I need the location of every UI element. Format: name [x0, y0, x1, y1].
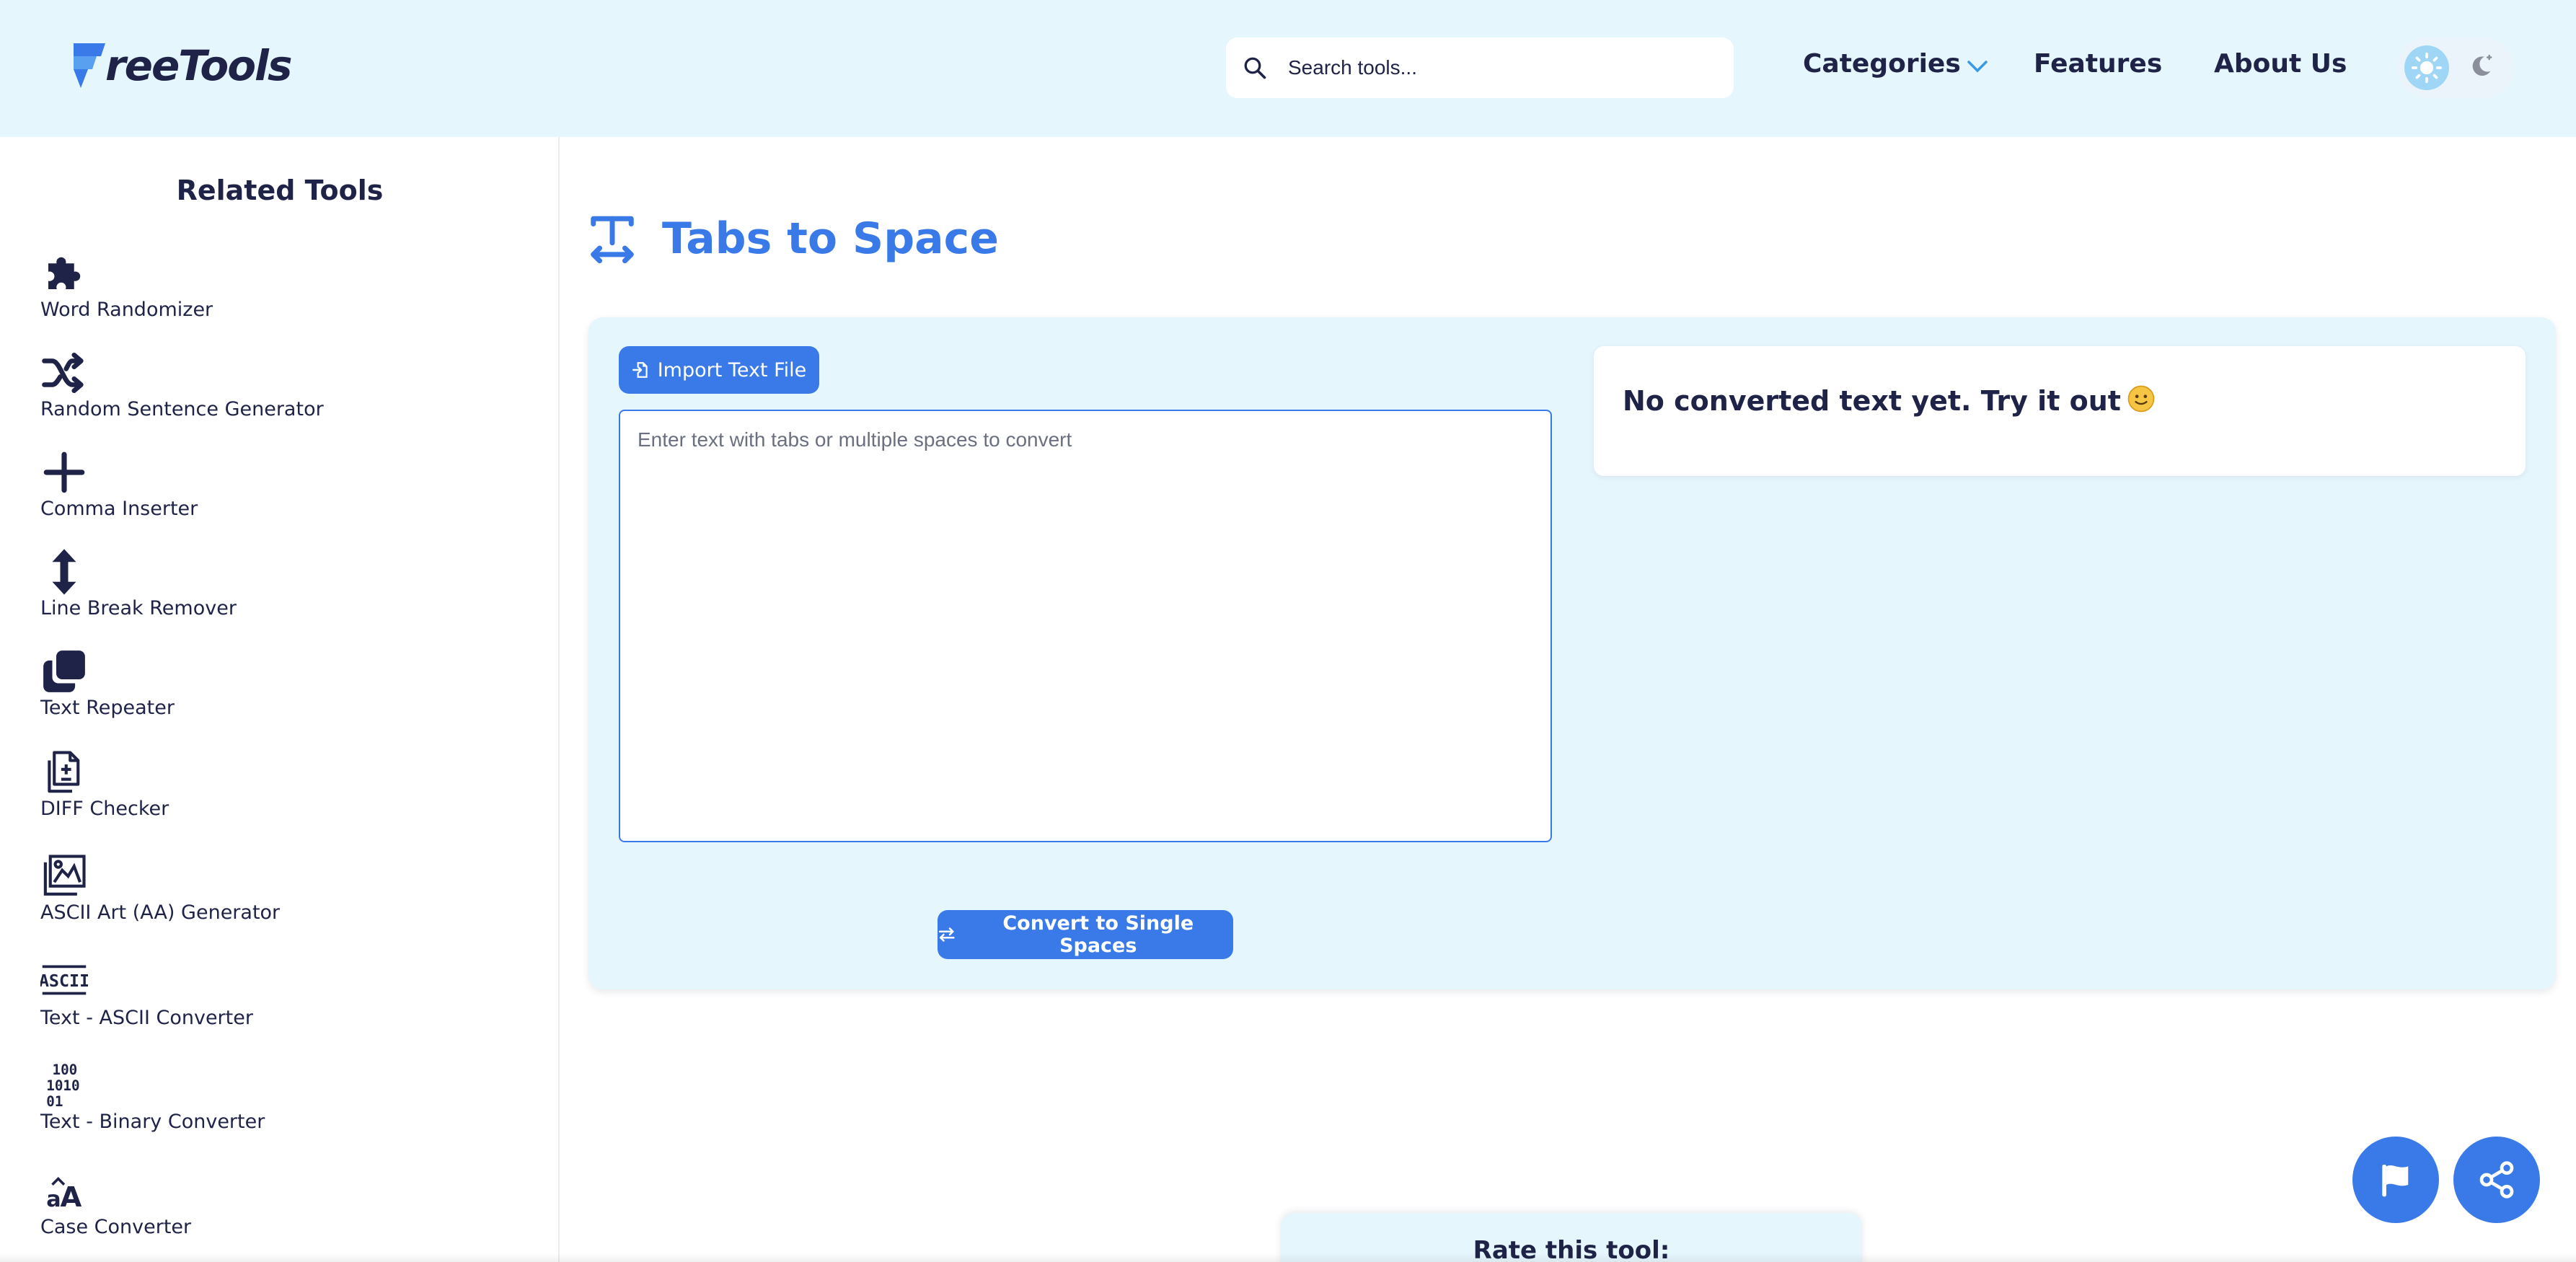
bottom-edge-shadow [0, 1253, 2576, 1262]
sidebar-item-label: Text - ASCII Converter [40, 1007, 253, 1029]
sidebar-item-random-sentence-generator[interactable]: Random Sentence Generator [40, 349, 531, 420]
nav-features-label: Features [2034, 49, 2163, 79]
nav-features[interactable]: Features [2034, 49, 2162, 79]
nav-categories-label: Categories [1803, 49, 1961, 79]
vertical-arrows-icon [40, 548, 88, 596]
convert-button-label: Convert to Single Spaces [1002, 912, 1194, 957]
shuffle-icon [40, 349, 88, 397]
ascii-art-icon [40, 852, 88, 900]
page-title-row: Tabs to Space [587, 213, 999, 264]
sidebar-item-diff-checker[interactable]: DIFF Checker [40, 749, 531, 820]
search-input[interactable] [1288, 56, 1721, 79]
case-icon: aA [40, 1167, 88, 1214]
sidebar-item-label: Line Break Remover [40, 597, 237, 619]
sidebar-item-label: Text - Binary Converter [40, 1111, 265, 1133]
output-card: No converted text yet. Try it out [1594, 346, 2526, 476]
sidebar-item-label: Comma Inserter [40, 498, 198, 520]
input-textarea[interactable] [619, 410, 1552, 842]
sidebar-item-line-break-remover[interactable]: Line Break Remover [40, 548, 531, 619]
share-icon [2479, 1161, 2514, 1199]
plus-icon [40, 449, 88, 496]
site-logo[interactable]: reeTools [72, 40, 292, 91]
logo-text: reeTools [105, 41, 292, 90]
chevron-down-icon [1967, 60, 1988, 72]
share-button[interactable] [2453, 1137, 2540, 1223]
ascii-icon: ASCII [39, 958, 89, 1005]
sidebar-item-case-converter[interactable]: aA Case Converter [40, 1167, 531, 1238]
sidebar-item-word-randomizer[interactable]: Word Randomizer [40, 250, 531, 321]
theme-toggle[interactable] [2397, 37, 2514, 98]
related-tools-sidebar: Related Tools Word Randomizer Random Sen… [0, 137, 560, 1262]
puzzle-icon [40, 250, 88, 297]
sidebar-item-label: Word Randomizer [40, 299, 213, 321]
dark-mode-button[interactable] [2466, 52, 2495, 84]
sidebar-item-label: ASCII Art (AA) Generator [40, 901, 281, 924]
nav-about[interactable]: About Us [2214, 49, 2347, 79]
nav-about-label: About Us [2214, 49, 2347, 79]
svg-text:100: 100 [53, 1062, 78, 1078]
sidebar-item-comma-inserter[interactable]: Comma Inserter [40, 449, 531, 520]
search-bar[interactable] [1226, 37, 1734, 98]
sidebar-item-label: DIFF Checker [40, 798, 169, 820]
sun-icon [2411, 52, 2443, 84]
output-text: No converted text yet. Try it out [1623, 385, 2121, 417]
report-button[interactable] [2352, 1137, 2439, 1223]
text-width-icon [591, 216, 634, 264]
logo-icon [74, 43, 105, 88]
sidebar-item-text-binary-converter[interactable]: 100 1010 01 Text - Binary Converter [40, 1062, 531, 1133]
svg-text:ASCII: ASCII [40, 971, 88, 991]
sidebar-item-text-ascii-converter[interactable]: ASCII Text - ASCII Converter [39, 958, 531, 1029]
page-title: Tabs to Space [662, 213, 999, 264]
binary-icon: 100 1010 01 [40, 1062, 88, 1110]
search-icon [1244, 57, 1266, 79]
light-mode-button[interactable] [2404, 45, 2449, 90]
file-import-icon [632, 362, 648, 378]
smiley-icon [2127, 385, 2155, 412]
svg-text:A: A [61, 1181, 82, 1214]
svg-text:01: 01 [46, 1093, 63, 1109]
sidebar-title: Related Tools [176, 175, 384, 206]
convert-button[interactable]: Convert to Single Spaces [938, 910, 1233, 959]
diff-file-icon [40, 749, 88, 796]
sidebar-item-text-repeater[interactable]: Text Repeater [40, 648, 531, 719]
svg-text:a: a [46, 1187, 61, 1212]
import-text-file-button[interactable]: Import Text File [619, 346, 819, 394]
sidebar-item-label: Case Converter [40, 1216, 192, 1238]
flag-icon [2382, 1165, 2409, 1197]
moon-icon [2472, 54, 2492, 76]
sidebar-item-ascii-art-generator[interactable]: ASCII Art (AA) Generator [40, 852, 531, 924]
svg-text:1010: 1010 [46, 1077, 79, 1094]
nav-categories[interactable]: Categories [1803, 49, 1988, 79]
sidebar-item-label: Random Sentence Generator [40, 398, 324, 420]
import-button-label: Import Text File [657, 358, 807, 381]
swap-arrows-icon [938, 927, 955, 942]
site-header: reeTools Categories Features About Us [0, 0, 2576, 137]
sidebar-item-label: Text Repeater [40, 697, 175, 719]
copy-icon [40, 648, 88, 695]
tool-panel: Import Text File Convert to Single Space… [588, 317, 2556, 989]
